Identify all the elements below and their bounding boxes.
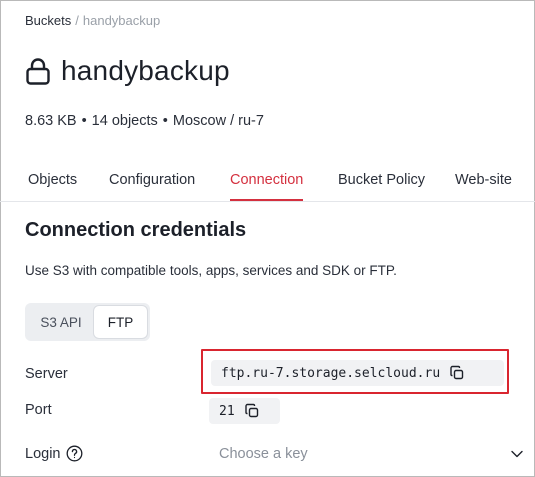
bucket-location: Moscow / ru-7: [172, 113, 264, 129]
section-title: Connection credentials: [25, 219, 247, 241]
protocol-toggle: S3 API FTP: [25, 303, 150, 341]
chevron-down-icon: [511, 450, 523, 458]
login-label: Login: [25, 445, 61, 462]
page-title: handybackup: [61, 55, 230, 86]
server-value: ftp.ru-7.storage.selcloud.ru: [221, 365, 441, 381]
tabs-divider: [0, 201, 535, 202]
help-circle-icon[interactable]: [66, 445, 83, 462]
tab-objects[interactable]: Objects: [28, 168, 77, 202]
tab-configuration[interactable]: Configuration: [109, 168, 195, 202]
login-label-row: Login: [25, 445, 83, 462]
port-label: Port: [25, 402, 52, 418]
bucket-object-count: 14 objects: [91, 113, 158, 129]
meta-dot: •: [162, 113, 168, 129]
copy-icon[interactable]: [244, 403, 260, 419]
server-value-box: ftp.ru-7.storage.selcloud.ru: [211, 360, 504, 386]
tab-connection[interactable]: Connection: [230, 168, 304, 202]
breadcrumb-current: handybackup: [82, 13, 161, 28]
breadcrumb: Buckets / handybackup: [25, 13, 160, 28]
server-label: Server: [25, 366, 68, 382]
meta-dot: •: [81, 113, 87, 129]
section-description: Use S3 with compatible tools, apps, serv…: [25, 263, 397, 278]
tab-bucket-policy[interactable]: Bucket Policy: [338, 168, 425, 202]
port-value: 21: [219, 403, 235, 419]
lock-icon: [26, 58, 50, 85]
port-value-box: 21: [209, 398, 280, 424]
s3-api-option[interactable]: S3 API: [28, 306, 94, 338]
bucket-size: 8.63 KB: [25, 113, 77, 129]
tab-web-site[interactable]: Web-site: [455, 168, 512, 202]
title-row: handybackup: [25, 55, 230, 87]
login-key-placeholder: Choose a key: [219, 446, 308, 462]
login-key-select[interactable]: Choose a key: [219, 443, 524, 465]
bucket-meta: 8.63 KB • 14 objects • Moscow / ru-7: [25, 113, 264, 129]
breadcrumb-buckets-link[interactable]: Buckets: [25, 13, 71, 28]
breadcrumb-separator: /: [75, 13, 79, 28]
ftp-option[interactable]: FTP: [94, 306, 147, 338]
copy-icon[interactable]: [449, 365, 465, 381]
tab-bar: Objects Configuration Connection Bucket …: [0, 168, 535, 202]
